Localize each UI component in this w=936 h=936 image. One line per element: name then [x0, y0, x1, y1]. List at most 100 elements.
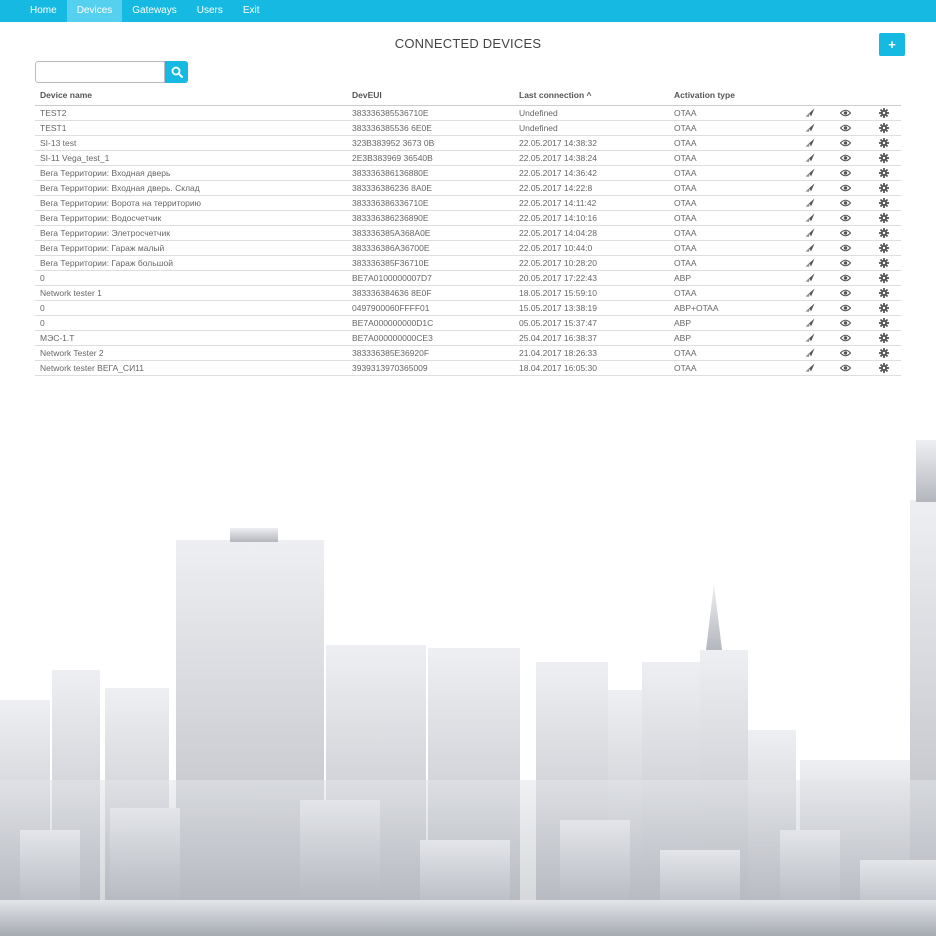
send-icon: [805, 333, 814, 342]
settings-action-button[interactable]: [861, 120, 901, 136]
table-row[interactable]: Вега Территории: Гараж малый 383336386A36…: [35, 240, 901, 256]
send-icon: [805, 183, 814, 192]
view-action-button[interactable]: [825, 150, 861, 166]
view-action-button[interactable]: [825, 165, 861, 181]
send-action-button[interactable]: [789, 120, 825, 136]
device-name-cell: Вега Территории: Входная дверь: [35, 165, 347, 181]
settings-action-button[interactable]: [861, 105, 901, 121]
view-action-button[interactable]: [825, 135, 861, 151]
gear-icon: [878, 242, 889, 253]
send-action-button[interactable]: [789, 210, 825, 226]
send-action-button[interactable]: [789, 300, 825, 316]
add-device-button[interactable]: +: [879, 33, 905, 56]
send-action-button[interactable]: [789, 180, 825, 196]
send-action-button[interactable]: [789, 345, 825, 361]
table-row[interactable]: TEST2 383336385536710E Undefined OTAA: [35, 105, 901, 121]
view-action-button[interactable]: [825, 360, 861, 376]
settings-action-button[interactable]: [861, 285, 901, 301]
table-row[interactable]: Вега Территории: Водосчетчик 383336386236…: [35, 210, 901, 226]
send-icon: [805, 273, 814, 282]
gear-icon: [878, 212, 889, 223]
view-action-button[interactable]: [825, 240, 861, 256]
table-row[interactable]: 0 0497900060FFFF01 15.05.2017 13:38:19 ABP+…: [35, 300, 901, 316]
last-connection-cell: 21.04.2017 18:26:33: [514, 345, 669, 361]
table-row[interactable]: 0 BE7A0100000007D7 20.05.2017 17:22:43 ABP: [35, 270, 901, 286]
settings-action-button[interactable]: [861, 165, 901, 181]
view-action-button[interactable]: [825, 345, 861, 361]
col-last-connection-header[interactable]: Last connection ^: [514, 85, 669, 106]
table-row[interactable]: Вега Территории: Ворота на территорию 383…: [35, 195, 901, 211]
view-action-button[interactable]: [825, 315, 861, 331]
search-button[interactable]: [165, 61, 188, 83]
send-action-button[interactable]: [789, 135, 825, 151]
deveui-cell: 383336386136880E: [347, 165, 514, 181]
view-action-button[interactable]: [825, 195, 861, 211]
table-row[interactable]: SI-11 Vega_test_1 2E3B383969 36540B 22.05.…: [35, 150, 901, 166]
view-action-button[interactable]: [825, 225, 861, 241]
nav-item-users[interactable]: Users: [187, 0, 233, 22]
view-action-button[interactable]: [825, 180, 861, 196]
table-row[interactable]: Вега Территории: Элетросчетчик 383336385A…: [35, 225, 901, 241]
view-action-button[interactable]: [825, 300, 861, 316]
settings-action-button[interactable]: [861, 345, 901, 361]
nav-item-devices[interactable]: Devices: [66, 0, 123, 22]
device-name-cell: Network Tester 2: [35, 345, 347, 361]
view-action-button[interactable]: [825, 120, 861, 136]
table-row[interactable]: SI-13 test 323B383952 3673 0B 22.05.2017 1…: [35, 135, 901, 151]
settings-action-button[interactable]: [861, 330, 901, 346]
table-row[interactable]: 0 BE7A000000000D1C 05.05.2017 15:37:47 ABP: [35, 315, 901, 331]
deveui-cell: 383336385536710E: [347, 105, 514, 121]
nav-item-home[interactable]: Home: [20, 0, 67, 22]
settings-action-button[interactable]: [861, 180, 901, 196]
table-row[interactable]: МЭС-1.Т BE7A000000000CE3 25.04.2017 16:38:…: [35, 330, 901, 346]
table-row[interactable]: Вега Территории: Входная дверь 3833363861…: [35, 165, 901, 181]
send-action-button[interactable]: [789, 225, 825, 241]
send-icon: [805, 243, 814, 252]
page: Home Devices Gateways Users Exit CONNECTED D…: [0, 0, 936, 936]
table-row[interactable]: Вега Территории: Входная дверь. Склад 383…: [35, 180, 901, 196]
view-action-button[interactable]: [825, 285, 861, 301]
send-action-button[interactable]: [789, 285, 825, 301]
table-row[interactable]: Network Tester 2 383336385E36920F 21.04.20…: [35, 345, 901, 361]
send-action-button[interactable]: [789, 195, 825, 211]
send-action-button[interactable]: [789, 240, 825, 256]
gear-icon: [878, 287, 889, 298]
settings-action-button[interactable]: [861, 210, 901, 226]
view-action-button[interactable]: [825, 210, 861, 226]
settings-action-button[interactable]: [861, 300, 901, 316]
settings-action-button[interactable]: [861, 195, 901, 211]
view-action-button[interactable]: [825, 330, 861, 346]
send-action-button[interactable]: [789, 360, 825, 376]
send-action-button[interactable]: [789, 165, 825, 181]
settings-action-button[interactable]: [861, 360, 901, 376]
table-row[interactable]: TEST1 383336385536 6E0E Undefined OTAA: [35, 120, 901, 136]
view-action-button[interactable]: [825, 255, 861, 271]
view-action-button[interactable]: [825, 270, 861, 286]
nav-item-gateways[interactable]: Gateways: [122, 0, 186, 22]
settings-action-button[interactable]: [861, 225, 901, 241]
deveui-cell: 383336385A368A0E: [347, 225, 514, 241]
send-action-button[interactable]: [789, 150, 825, 166]
last-connection-cell: 22.05.2017 14:38:32: [514, 135, 669, 151]
table-row[interactable]: Network tester 1 383336384636 8E0F 18.05.2…: [35, 285, 901, 301]
deveui-cell: BE7A000000000CE3: [347, 330, 514, 346]
table-row[interactable]: Вега Территории: Гараж большой 383336385F…: [35, 255, 901, 271]
send-action-button[interactable]: [789, 330, 825, 346]
activation-type-cell: OTAA: [669, 165, 789, 181]
send-action-button[interactable]: [789, 255, 825, 271]
last-connection-cell: 22.05.2017 14:04:28: [514, 225, 669, 241]
settings-action-button[interactable]: [861, 150, 901, 166]
device-name-cell: Network tester 1: [35, 285, 347, 301]
send-action-button[interactable]: [789, 315, 825, 331]
settings-action-button[interactable]: [861, 240, 901, 256]
send-action-button[interactable]: [789, 270, 825, 286]
settings-action-button[interactable]: [861, 135, 901, 151]
nav-item-exit[interactable]: Exit: [233, 0, 270, 22]
view-action-button[interactable]: [825, 105, 861, 121]
send-action-button[interactable]: [789, 105, 825, 121]
table-row[interactable]: Network tester ВЕГА_СИ11 3939313970365009…: [35, 360, 901, 376]
settings-action-button[interactable]: [861, 315, 901, 331]
settings-action-button[interactable]: [861, 270, 901, 286]
settings-action-button[interactable]: [861, 255, 901, 271]
search-input[interactable]: [35, 61, 165, 83]
